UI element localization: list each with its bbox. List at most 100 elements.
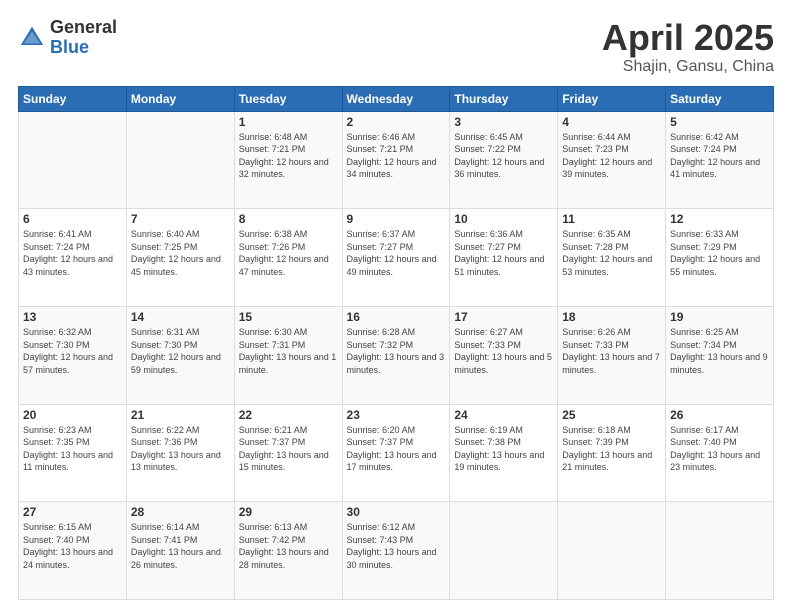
- day-number: 5: [670, 115, 769, 129]
- day-info: Sunrise: 6:38 AM Sunset: 7:26 PM Dayligh…: [239, 228, 338, 278]
- calendar-cell: 2 Sunrise: 6:46 AM Sunset: 7:21 PM Daylig…: [342, 111, 450, 209]
- day-number: 20: [23, 408, 122, 422]
- day-number: 23: [347, 408, 446, 422]
- day-info: Sunrise: 6:40 AM Sunset: 7:25 PM Dayligh…: [131, 228, 230, 278]
- calendar-row-3: 13 Sunrise: 6:32 AM Sunset: 7:30 PM Dayli…: [19, 306, 774, 404]
- day-number: 8: [239, 212, 338, 226]
- day-info: Sunrise: 6:37 AM Sunset: 7:27 PM Dayligh…: [347, 228, 446, 278]
- day-number: 18: [562, 310, 661, 324]
- header-monday: Monday: [126, 86, 234, 111]
- day-number: 16: [347, 310, 446, 324]
- day-number: 10: [454, 212, 553, 226]
- day-number: 15: [239, 310, 338, 324]
- header-saturday: Saturday: [666, 86, 774, 111]
- day-number: 25: [562, 408, 661, 422]
- day-number: 21: [131, 408, 230, 422]
- calendar-cell: 14 Sunrise: 6:31 AM Sunset: 7:30 PM Dayli…: [126, 306, 234, 404]
- calendar-cell: 17 Sunrise: 6:27 AM Sunset: 7:33 PM Dayli…: [450, 306, 558, 404]
- calendar-cell: 6Sunrise: 6:41 AM Sunset: 7:24 PM Daylig…: [19, 209, 127, 307]
- day-number: 14: [131, 310, 230, 324]
- header-friday: Friday: [558, 86, 666, 111]
- day-info: Sunrise: 6:13 AM Sunset: 7:42 PM Dayligh…: [239, 521, 338, 571]
- calendar-cell: 16 Sunrise: 6:28 AM Sunset: 7:32 PM Dayli…: [342, 306, 450, 404]
- calendar-cell: 12 Sunrise: 6:33 AM Sunset: 7:29 PM Dayli…: [666, 209, 774, 307]
- day-number: 6: [23, 212, 122, 226]
- day-number: 12: [670, 212, 769, 226]
- day-info: Sunrise: 6:45 AM Sunset: 7:22 PM Dayligh…: [454, 131, 553, 181]
- location-text: Shajin, Gansu, China: [602, 58, 774, 76]
- calendar-cell: 27 Sunrise: 6:15 AM Sunset: 7:40 PM Dayli…: [19, 502, 127, 600]
- calendar-cell: 23 Sunrise: 6:20 AM Sunset: 7:37 PM Dayli…: [342, 404, 450, 502]
- day-number: 4: [562, 115, 661, 129]
- calendar-cell: 4 Sunrise: 6:44 AM Sunset: 7:23 PM Daylig…: [558, 111, 666, 209]
- day-info: Sunrise: 6:15 AM Sunset: 7:40 PM Dayligh…: [23, 521, 122, 571]
- calendar-row-5: 27 Sunrise: 6:15 AM Sunset: 7:40 PM Dayli…: [19, 502, 774, 600]
- calendar-cell: 10Sunrise: 6:36 AM Sunset: 7:27 PM Dayli…: [450, 209, 558, 307]
- day-info: Sunrise: 6:23 AM Sunset: 7:35 PM Dayligh…: [23, 424, 122, 474]
- header-tuesday: Tuesday: [234, 86, 342, 111]
- calendar-cell: [126, 111, 234, 209]
- calendar-row-1: 1 Sunrise: 6:48 AM Sunset: 7:21 PM Daylig…: [19, 111, 774, 209]
- day-number: 9: [347, 212, 446, 226]
- day-number: 26: [670, 408, 769, 422]
- day-number: 17: [454, 310, 553, 324]
- day-number: 7: [131, 212, 230, 226]
- calendar-cell: 24 Sunrise: 6:19 AM Sunset: 7:38 PM Dayli…: [450, 404, 558, 502]
- page: General Blue April 2025 Shajin, Gansu, C…: [0, 0, 792, 612]
- logo-general-text: General: [50, 18, 117, 38]
- header-thursday: Thursday: [450, 86, 558, 111]
- logo-blue-text: Blue: [50, 38, 117, 58]
- logo-text: General Blue: [50, 18, 117, 58]
- day-info: Sunrise: 6:48 AM Sunset: 7:21 PM Dayligh…: [239, 131, 338, 181]
- calendar-header-row: Sunday Monday Tuesday Wednesday Thursday…: [19, 86, 774, 111]
- header-sunday: Sunday: [19, 86, 127, 111]
- calendar-cell: 13 Sunrise: 6:32 AM Sunset: 7:30 PM Dayli…: [19, 306, 127, 404]
- day-number: 3: [454, 115, 553, 129]
- day-number: 29: [239, 505, 338, 519]
- day-info: Sunrise: 6:42 AM Sunset: 7:24 PM Dayligh…: [670, 131, 769, 181]
- day-number: 24: [454, 408, 553, 422]
- day-number: 13: [23, 310, 122, 324]
- calendar-cell: 19Sunrise: 6:25 AM Sunset: 7:34 PM Dayli…: [666, 306, 774, 404]
- day-number: 28: [131, 505, 230, 519]
- calendar-cell: 9 Sunrise: 6:37 AM Sunset: 7:27 PM Daylig…: [342, 209, 450, 307]
- calendar-cell: 8 Sunrise: 6:38 AM Sunset: 7:26 PM Daylig…: [234, 209, 342, 307]
- day-info: Sunrise: 6:20 AM Sunset: 7:37 PM Dayligh…: [347, 424, 446, 474]
- calendar-cell: 15 Sunrise: 6:30 AM Sunset: 7:31 PM Dayli…: [234, 306, 342, 404]
- logo: General Blue: [18, 18, 117, 58]
- calendar-cell: 11Sunrise: 6:35 AM Sunset: 7:28 PM Dayli…: [558, 209, 666, 307]
- calendar-cell: 18 Sunrise: 6:26 AM Sunset: 7:33 PM Dayli…: [558, 306, 666, 404]
- day-info: Sunrise: 6:19 AM Sunset: 7:38 PM Dayligh…: [454, 424, 553, 474]
- day-info: Sunrise: 6:26 AM Sunset: 7:33 PM Dayligh…: [562, 326, 661, 376]
- calendar-cell: 21 Sunrise: 6:22 AM Sunset: 7:36 PM Dayli…: [126, 404, 234, 502]
- day-info: Sunrise: 6:31 AM Sunset: 7:30 PM Dayligh…: [131, 326, 230, 376]
- day-info: Sunrise: 6:46 AM Sunset: 7:21 PM Dayligh…: [347, 131, 446, 181]
- logo-icon: [18, 24, 46, 52]
- day-info: Sunrise: 6:32 AM Sunset: 7:30 PM Dayligh…: [23, 326, 122, 376]
- calendar-cell: 26Sunrise: 6:17 AM Sunset: 7:40 PM Dayli…: [666, 404, 774, 502]
- day-info: Sunrise: 6:27 AM Sunset: 7:33 PM Dayligh…: [454, 326, 553, 376]
- day-info: Sunrise: 6:28 AM Sunset: 7:32 PM Dayligh…: [347, 326, 446, 376]
- calendar-cell: [19, 111, 127, 209]
- day-number: 19: [670, 310, 769, 324]
- calendar-table: Sunday Monday Tuesday Wednesday Thursday…: [18, 86, 774, 600]
- calendar-cell: 22 Sunrise: 6:21 AM Sunset: 7:37 PM Dayli…: [234, 404, 342, 502]
- calendar-row-4: 20 Sunrise: 6:23 AM Sunset: 7:35 PM Dayli…: [19, 404, 774, 502]
- day-info: Sunrise: 6:22 AM Sunset: 7:36 PM Dayligh…: [131, 424, 230, 474]
- calendar-row-2: 6Sunrise: 6:41 AM Sunset: 7:24 PM Daylig…: [19, 209, 774, 307]
- calendar-cell: 20 Sunrise: 6:23 AM Sunset: 7:35 PM Dayli…: [19, 404, 127, 502]
- day-info: Sunrise: 6:18 AM Sunset: 7:39 PM Dayligh…: [562, 424, 661, 474]
- day-number: 27: [23, 505, 122, 519]
- day-info: Sunrise: 6:12 AM Sunset: 7:43 PM Dayligh…: [347, 521, 446, 571]
- day-number: 2: [347, 115, 446, 129]
- calendar-cell: 5 Sunrise: 6:42 AM Sunset: 7:24 PM Daylig…: [666, 111, 774, 209]
- day-info: Sunrise: 6:44 AM Sunset: 7:23 PM Dayligh…: [562, 131, 661, 181]
- day-number: 1: [239, 115, 338, 129]
- calendar-cell: [558, 502, 666, 600]
- calendar-cell: [666, 502, 774, 600]
- calendar-cell: 1 Sunrise: 6:48 AM Sunset: 7:21 PM Daylig…: [234, 111, 342, 209]
- day-info: Sunrise: 6:30 AM Sunset: 7:31 PM Dayligh…: [239, 326, 338, 376]
- day-info: Sunrise: 6:21 AM Sunset: 7:37 PM Dayligh…: [239, 424, 338, 474]
- day-info: Sunrise: 6:33 AM Sunset: 7:29 PM Dayligh…: [670, 228, 769, 278]
- day-number: 22: [239, 408, 338, 422]
